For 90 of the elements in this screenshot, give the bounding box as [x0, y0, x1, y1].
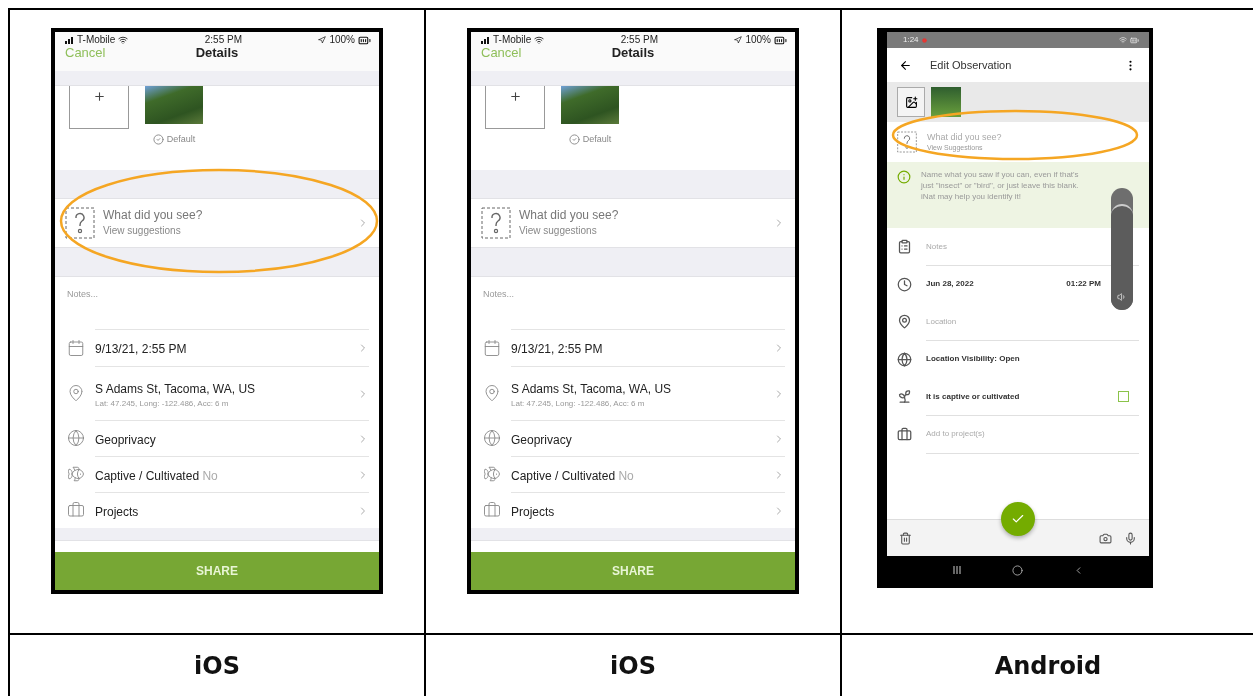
trash-icon[interactable] [899, 531, 912, 545]
prompt-title: What did you see? [519, 209, 620, 224]
row-label: Projects [95, 504, 139, 519]
row-label: Captive / Cultivated [511, 468, 616, 483]
prompt-title: What did you see? [927, 131, 1003, 143]
globe-icon [67, 429, 85, 447]
clock-icon [897, 276, 912, 292]
clipboard-icon [897, 239, 912, 255]
status-time: 1:24 [903, 35, 919, 45]
row-label: S Adams St, Tacoma, WA, US [511, 381, 672, 396]
row-label: Captive / Cultivated [95, 468, 200, 483]
signal-icon [481, 36, 490, 44]
row-value: No [617, 468, 634, 483]
add-photo-button[interactable] [897, 87, 925, 117]
coordinates-text: Lat: 47.245, Long: -122.486, Acc: 6 m [95, 398, 230, 409]
checkbox[interactable] [1118, 390, 1129, 402]
wifi-icon [118, 35, 129, 45]
battery-icon [1130, 35, 1139, 45]
signal-icon [65, 36, 74, 44]
row-label: S Adams St, Tacoma, WA, US [95, 381, 256, 396]
check-icon [1011, 512, 1025, 526]
briefcase-icon [897, 426, 912, 442]
speaker-icon [1117, 292, 1127, 302]
question-box-icon [481, 207, 511, 239]
default-label: Default [166, 134, 196, 145]
battery-percent: 100% [745, 34, 771, 46]
fishbowl-icon [483, 465, 501, 483]
row-label: 9/13/21, 2:55 PM [511, 342, 603, 356]
location-arrow-icon [318, 36, 327, 44]
photo-placeholder [561, 86, 619, 124]
field-label: Add to project(s) [926, 429, 985, 439]
field-label: Location Visibility: Open [926, 354, 1020, 364]
info-icon [897, 170, 911, 184]
field-label: It is captive or cultivated [926, 391, 1020, 401]
prompt-title: What did you see? [103, 209, 204, 224]
camera-icon[interactable] [1099, 531, 1112, 545]
row-value: No [201, 468, 218, 483]
screen-title: Details [611, 46, 655, 61]
prompt-subtitle: View suggestions [103, 225, 182, 237]
plus-icon [92, 90, 106, 103]
back-icon[interactable] [899, 58, 912, 72]
calendar-icon [67, 338, 85, 357]
carrier-text: T-Mobile [493, 34, 532, 46]
plus-icon [508, 90, 522, 103]
platform-label: Android [994, 652, 1102, 680]
field-label: Jun 28, 2022 [926, 279, 974, 289]
default-label: Default [582, 134, 612, 145]
row-label: Geoprivacy [95, 432, 156, 447]
record-dot-icon [921, 37, 927, 43]
prompt-subtitle: View suggestions [519, 225, 598, 237]
calendar-icon [483, 338, 501, 357]
home-icon[interactable] [1012, 564, 1023, 576]
globe-icon [897, 351, 912, 367]
sprout-icon [897, 389, 912, 405]
tip-text: Name what you saw if you can, even if that's just "insect" or "bird", or just leave this blank. iNat may help you identify it! [921, 170, 1080, 203]
status-time: 2:55 PM [620, 34, 658, 46]
save-fab[interactable] [1001, 502, 1035, 536]
location-arrow-icon [734, 36, 743, 44]
briefcase-icon [67, 501, 85, 519]
platform-label: iOS [194, 652, 240, 680]
globe-icon [483, 429, 501, 447]
battery-percent: 100% [329, 34, 355, 46]
recents-icon[interactable] [952, 565, 962, 575]
platform-label: iOS [610, 652, 656, 680]
row-label: 9/13/21, 2:55 PM [95, 342, 187, 356]
photo-placeholder [931, 87, 961, 117]
wifi-icon [534, 35, 545, 45]
row-label: Geoprivacy [511, 432, 572, 447]
field-label: Location [926, 316, 957, 326]
briefcase-icon [483, 501, 501, 519]
check-circle-icon [152, 134, 164, 145]
screen-title: Edit Observation [930, 58, 1012, 72]
pin-icon [897, 314, 912, 330]
add-image-icon [904, 95, 918, 109]
coordinates-text: Lat: 47.245, Long: -122.486, Acc: 6 m [511, 398, 646, 409]
row-label: Projects [511, 504, 555, 519]
pin-icon [483, 384, 501, 402]
question-box-icon [65, 207, 95, 239]
pin-icon [67, 384, 85, 402]
screen-title: Details [195, 46, 239, 61]
status-time: 2:55 PM [204, 34, 242, 46]
wifi-icon [1119, 36, 1127, 44]
microphone-icon[interactable] [1124, 531, 1137, 545]
check-circle-icon [568, 134, 580, 145]
field-label: Notes [926, 241, 947, 251]
carrier-text: T-Mobile [77, 34, 116, 46]
fishbowl-icon [67, 465, 85, 483]
question-box-icon [897, 131, 917, 153]
time-text: 01:22 PM [1066, 279, 1101, 289]
photo-placeholder [145, 86, 203, 124]
